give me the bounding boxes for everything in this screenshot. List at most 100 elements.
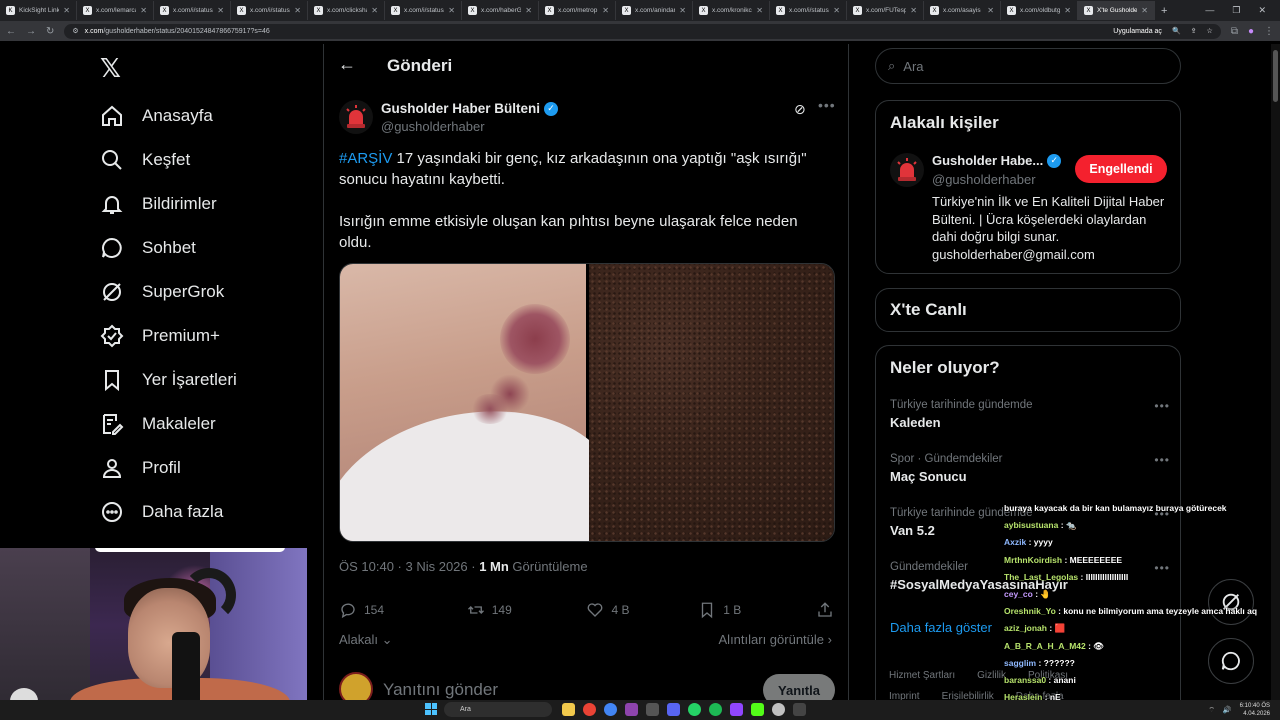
related-handle[interactable]: @gusholderhaber [932, 172, 1036, 187]
live-card[interactable]: X'te Canlı [875, 288, 1181, 332]
browser-tab[interactable]: K KickSight Link ✕ [0, 1, 77, 20]
volume-icon[interactable]: 🔊 [1223, 706, 1232, 714]
browser-tab[interactable]: Xx.com/i/status/✕ [385, 1, 462, 20]
app-icon[interactable] [730, 703, 743, 716]
more-options-icon[interactable]: ••• [818, 97, 836, 113]
app-icon[interactable] [793, 703, 806, 716]
zoom-icon[interactable]: 🔍 [1172, 27, 1181, 35]
close-tab-icon[interactable]: ✕ [833, 6, 840, 15]
nav-item-premium[interactable]: Premium+ [100, 316, 220, 356]
profile-icon[interactable]: ● [1248, 26, 1254, 37]
close-tab-icon[interactable]: ✕ [1141, 6, 1148, 15]
reply-input[interactable]: Yanıtını gönder [383, 680, 498, 700]
close-tab-icon[interactable]: ✕ [602, 6, 609, 15]
sort-replies-dropdown[interactable]: Alakalı ⌄ [339, 632, 393, 648]
open-in-app-button[interactable]: Uygulamada aç [1113, 28, 1162, 35]
close-tab-icon[interactable]: ✕ [910, 6, 917, 15]
share-button[interactable] [816, 601, 834, 619]
discord-icon[interactable] [667, 703, 680, 716]
trend-item[interactable]: Türkiye tarihinde gündemde Kaleden ••• [890, 399, 1170, 430]
grok-icon[interactable]: ⊘ [794, 101, 806, 118]
browser-tab[interactable]: Xx.com/i/status/✕ [154, 1, 231, 20]
neck-bruise-image[interactable] [340, 264, 638, 541]
forward-icon[interactable]: → [26, 26, 36, 37]
close-tab-icon[interactable]: ✕ [525, 6, 532, 15]
browser-tab[interactable]: Xx.com/i/status/✕ [231, 1, 308, 20]
browser-tab[interactable]: Xx.com/asayis ✕ [924, 1, 1001, 20]
whatsapp-icon[interactable] [688, 703, 701, 716]
maximize-icon[interactable]: ❐ [1232, 5, 1240, 16]
soil-image[interactable] [589, 264, 834, 541]
close-tab-icon[interactable]: ✕ [217, 6, 224, 15]
nav-item-profile[interactable]: Profil [100, 448, 181, 488]
trend-item[interactable]: Spor · Gündemdekiler Maç Sonucu ••• [890, 453, 1170, 484]
nav-item-home[interactable]: Anasayfa [100, 96, 213, 136]
nav-item-supergrok[interactable]: SuperGrok [100, 272, 224, 312]
blocked-button[interactable]: Engellendi [1075, 155, 1167, 183]
browser-tab[interactable]: Xx.com/anindan ✕ [616, 1, 693, 20]
taskbar-search[interactable]: Ara [444, 702, 552, 717]
spotify-icon[interactable] [709, 703, 722, 716]
close-tab-icon[interactable]: ✕ [756, 6, 763, 15]
close-tab-icon[interactable]: ✕ [679, 6, 686, 15]
show-more-link[interactable]: Daha fazla göster [890, 620, 992, 635]
search-input[interactable]: ⌕ Ara [875, 48, 1181, 84]
bookmark-button[interactable]: 1 B [698, 601, 816, 619]
browser-tab[interactable]: Xx.com/kronikc ✕ [693, 1, 770, 20]
author-name[interactable]: Gusholder Haber Bülteni ✓ [381, 101, 559, 116]
more-options-icon[interactable]: ••• [1154, 453, 1170, 467]
back-arrow-icon[interactable]: ← [338, 54, 356, 75]
browser-tab-active[interactable]: X X'te Gusholder ✕ [1078, 1, 1155, 20]
repost-button[interactable]: 149 [467, 601, 587, 619]
close-window-icon[interactable]: ✕ [1258, 5, 1266, 16]
close-tab-icon[interactable]: ✕ [1064, 6, 1071, 15]
site-info-icon[interactable]: ⚙ [72, 27, 78, 35]
windows-start-icon[interactable] [425, 703, 437, 715]
minimize-icon[interactable]: — [1205, 5, 1214, 16]
close-tab-icon[interactable]: ✕ [987, 6, 994, 15]
close-tab-icon[interactable]: ✕ [294, 6, 301, 15]
x-logo-icon[interactable]: 𝕏 [100, 54, 121, 84]
close-tab-icon[interactable]: ✕ [371, 6, 378, 15]
bookmark-star-icon[interactable]: ☆ [1207, 27, 1213, 35]
browser-tab[interactable]: Xx.com/i/status/✕ [770, 1, 847, 20]
new-tab-icon[interactable]: + [1161, 5, 1167, 17]
related-name[interactable]: Gusholder Habe... ✓ [932, 153, 1062, 168]
author-avatar[interactable] [339, 100, 373, 134]
author-handle[interactable]: @gusholderhaber [381, 119, 485, 134]
close-tab-icon[interactable]: ✕ [63, 6, 70, 15]
wifi-icon[interactable]: ⌔ [1208, 706, 1215, 715]
browser-tab[interactable]: Xx.com/FUTesp ✕ [847, 1, 924, 20]
app-icon[interactable] [772, 703, 785, 716]
share-icon[interactable]: ⇪ [1191, 27, 1197, 35]
nav-item-more[interactable]: Daha fazla [100, 492, 223, 532]
related-avatar[interactable] [890, 153, 924, 187]
file-explorer-icon[interactable] [562, 703, 575, 716]
clock[interactable]: 6:10:40 ÖS 4.04.2026 [1240, 702, 1270, 718]
chrome-icon[interactable] [583, 703, 596, 716]
reload-icon[interactable]: ↻ [46, 26, 54, 37]
post-media[interactable] [339, 263, 835, 542]
browser-tab[interactable]: Xx.com/clickshat ✕ [308, 1, 385, 20]
like-button[interactable]: 4 B [586, 601, 698, 619]
kick-icon[interactable] [751, 703, 764, 716]
browser-tab[interactable]: Xx.com/oldbutg ✕ [1001, 1, 1078, 20]
more-options-icon[interactable]: ••• [1154, 399, 1170, 413]
nav-item-explore[interactable]: Keşfet [100, 140, 190, 180]
browser-tab[interactable]: Xx.com/metrop ✕ [539, 1, 616, 20]
view-quotes-link[interactable]: Alıntıları görüntüle › [719, 632, 832, 647]
close-tab-icon[interactable]: ✕ [448, 6, 455, 15]
extensions-icon[interactable]: ⧉ [1231, 26, 1238, 37]
close-tab-icon[interactable]: ✕ [140, 6, 147, 15]
nav-item-chat[interactable]: Sohbet [100, 228, 196, 268]
back-icon[interactable]: ← [6, 26, 16, 37]
hashtag-link[interactable]: #ARŞİV [339, 150, 392, 167]
browser-tab[interactable]: Xx.com/haberGlo✕ [462, 1, 539, 20]
scroll-thumb[interactable] [1273, 50, 1278, 102]
app-icon[interactable] [625, 703, 638, 716]
address-bar[interactable]: ⚙ x.com/gusholderhaber/status/2040152484… [64, 23, 1221, 39]
nav-item-articles[interactable]: Makaleler [100, 404, 216, 444]
menu-icon[interactable]: ⋮ [1264, 26, 1274, 37]
browser-icon[interactable] [604, 703, 617, 716]
nav-item-notifications[interactable]: Bildirimler [100, 184, 217, 224]
